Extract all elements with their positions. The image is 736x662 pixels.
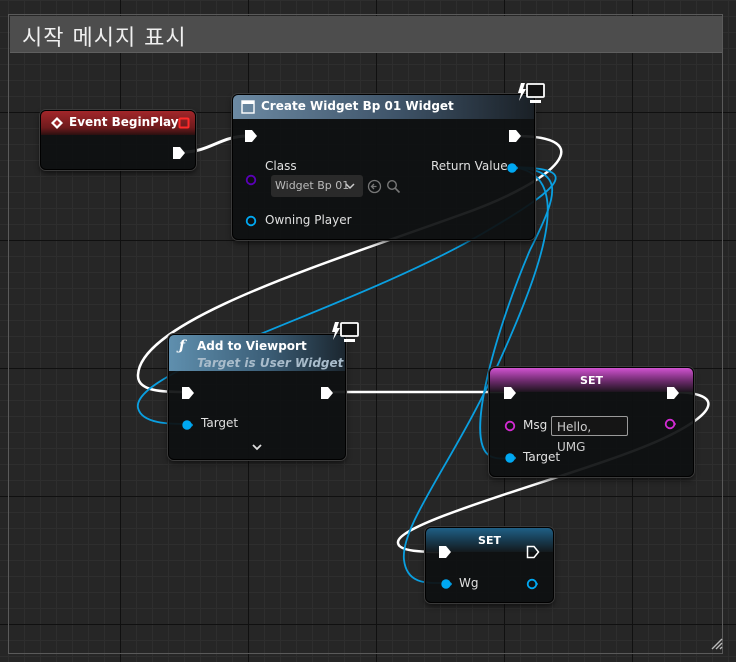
exec-output-pin[interactable] [172, 146, 186, 160]
create-widget-header[interactable]: Create Widget Bp 01 Widget [233, 95, 534, 119]
add-to-viewport-header[interactable]: ƒ Add to Viewport Target is User Widget [169, 335, 345, 371]
create-widget-node[interactable]: Create Widget Bp 01 Widget Class Widget … [232, 94, 535, 240]
return-value-label: Return Value [431, 159, 508, 173]
arrow-left-circle-icon[interactable] [367, 179, 382, 194]
client-screen-icon [518, 83, 545, 103]
client-screen-icon [332, 322, 359, 342]
exec-input-pin[interactable] [244, 129, 258, 143]
class-select[interactable]: Widget Bp 01 [271, 175, 363, 197]
event-beginplay-title: Event BeginPlay [69, 115, 179, 129]
chevron-down-icon [345, 183, 355, 190]
exec-input-pin[interactable] [438, 545, 452, 559]
search-icon[interactable] [386, 179, 401, 194]
exec-output-pin[interactable] [508, 129, 522, 143]
msg-output-pin[interactable] [664, 418, 676, 430]
wg-input-pin[interactable] [440, 578, 452, 590]
set-wg-node[interactable]: SET Wg [425, 527, 554, 603]
return-value-output-pin[interactable] [506, 162, 518, 174]
add-to-viewport-title: Add to Viewport [197, 339, 307, 353]
exec-output-pin[interactable] [526, 545, 540, 559]
msg-input-pin[interactable] [504, 420, 516, 432]
target-input-pin[interactable] [181, 419, 193, 431]
add-to-viewport-subtitle: Target is User Widget [197, 356, 344, 370]
set-msg-title: SET [580, 374, 603, 387]
set-msg-header[interactable]: SET [490, 368, 693, 392]
owning-player-label: Owning Player [265, 213, 352, 227]
create-widget-title: Create Widget Bp 01 Widget [261, 99, 454, 113]
comment-header[interactable]: 시작 메시지 표시 [10, 16, 722, 53]
wg-output-pin[interactable] [526, 578, 538, 590]
delegate-output-pin[interactable] [178, 117, 190, 129]
msg-text-input[interactable]: Hello, UMG [551, 416, 628, 454]
class-label: Class [265, 159, 297, 173]
class-select-value: Widget Bp 01 [275, 179, 350, 192]
owning-player-input-pin[interactable] [245, 215, 257, 227]
wg-label: Wg [459, 576, 479, 590]
resize-grip-icon[interactable] [709, 636, 723, 650]
class-input-pin[interactable] [245, 174, 257, 186]
chevron-down-icon[interactable] [251, 443, 263, 451]
exec-output-pin[interactable] [320, 386, 334, 400]
exec-input-pin[interactable] [503, 386, 517, 400]
event-beginplay-node[interactable]: Event BeginPlay [40, 110, 196, 170]
target-label: Target [523, 450, 561, 464]
event-beginplay-header[interactable]: Event BeginPlay [41, 111, 195, 135]
comment-title: 시작 메시지 표시 [22, 26, 187, 51]
function-f-icon: ƒ [179, 338, 186, 354]
target-label: Target [201, 416, 239, 430]
msg-text-value: Hello, UMG [557, 420, 592, 454]
add-to-viewport-node[interactable]: ƒ Add to Viewport Target is User Widget … [168, 334, 346, 460]
exec-output-pin[interactable] [666, 386, 680, 400]
exec-input-pin[interactable] [181, 386, 195, 400]
target-input-pin[interactable] [504, 452, 516, 464]
set-msg-node[interactable]: SET Msg Hello, UMG Target [489, 367, 694, 477]
widget-icon [241, 100, 255, 114]
msg-label: Msg [523, 418, 548, 432]
event-diamond-icon [51, 117, 63, 129]
